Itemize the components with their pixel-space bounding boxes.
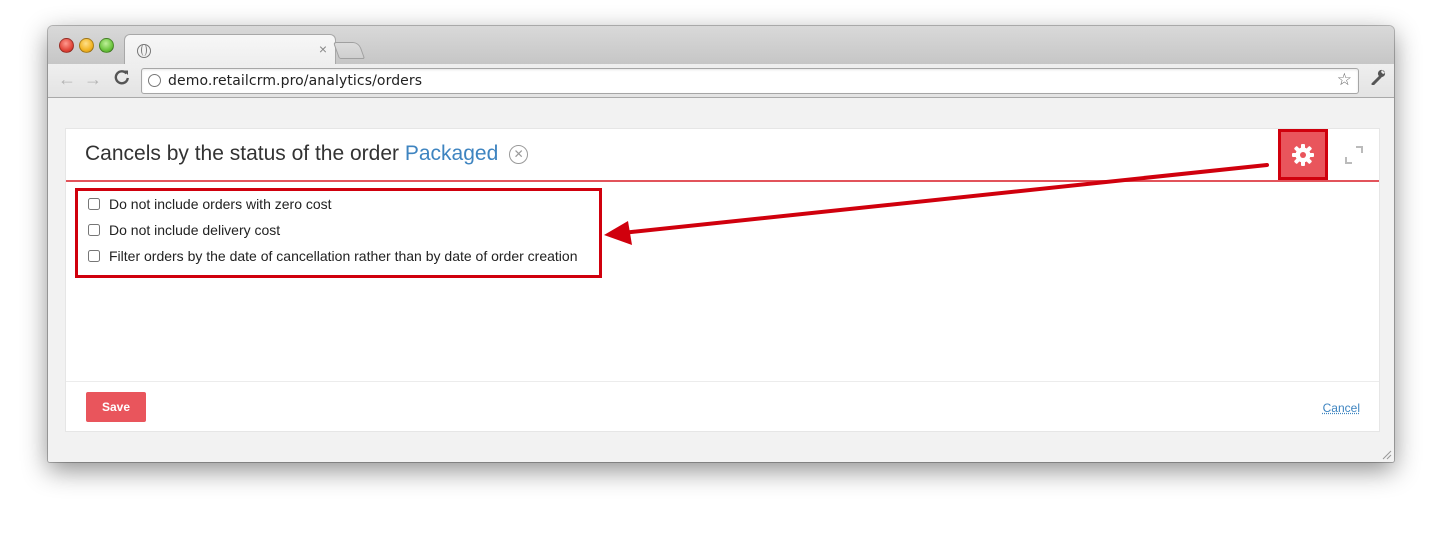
cancel-link[interactable]: Cancel bbox=[1323, 401, 1360, 415]
option-cancellation-date[interactable]: Filter orders by the date of cancellatio… bbox=[88, 246, 578, 266]
wrench-icon bbox=[1371, 69, 1386, 86]
option-label: Do not include delivery cost bbox=[109, 222, 281, 238]
option-delivery-cost[interactable]: Do not include delivery cost bbox=[88, 220, 280, 240]
minimize-window-button[interactable] bbox=[79, 38, 94, 53]
option-label: Do not include orders with zero cost bbox=[109, 196, 332, 212]
address-bar[interactable]: demo.retailcrm.pro/analytics/orders ☆ bbox=[141, 68, 1359, 94]
status-filter-link[interactable]: Packaged bbox=[405, 142, 498, 165]
panel-footer: Save Cancel bbox=[66, 381, 1379, 431]
option-zero-cost[interactable]: Do not include orders with zero cost bbox=[88, 194, 332, 214]
resize-grip-icon[interactable] bbox=[1382, 450, 1392, 460]
globe-icon bbox=[137, 44, 151, 58]
page-title: Cancels by the status of the order Packa… bbox=[85, 142, 529, 166]
page-viewport: Cancels by the status of the order Packa… bbox=[48, 98, 1394, 462]
report-settings-panel: Cancels by the status of the order Packa… bbox=[65, 128, 1380, 432]
cancellation-date-checkbox[interactable] bbox=[88, 250, 100, 262]
reload-button[interactable] bbox=[114, 69, 130, 90]
expand-icon bbox=[1345, 146, 1363, 164]
browser-tab[interactable]: × bbox=[124, 34, 336, 65]
back-button[interactable]: ← bbox=[58, 69, 76, 90]
close-window-button[interactable] bbox=[59, 38, 74, 53]
tab-close-icon[interactable]: × bbox=[319, 41, 327, 57]
tab-bar: × bbox=[48, 26, 1394, 65]
forward-button[interactable]: → bbox=[84, 69, 102, 90]
browser-toolbar: ← → demo.retailcrm.pro/analytics/orders … bbox=[48, 64, 1394, 98]
panel-header: Cancels by the status of the order Packa… bbox=[66, 129, 1379, 182]
browser-window: × ← → demo.retailcrm.pro/analytics/order… bbox=[48, 26, 1394, 462]
wrench-menu-button[interactable] bbox=[1370, 69, 1386, 90]
reload-icon bbox=[114, 70, 129, 85]
url-text: demo.retailcrm.pro/analytics/orders bbox=[168, 73, 423, 89]
gear-icon bbox=[1292, 143, 1314, 166]
report-title: Cancels by the status of the order bbox=[85, 142, 400, 165]
option-label: Filter orders by the date of cancellatio… bbox=[109, 248, 578, 264]
zero-cost-checkbox[interactable] bbox=[88, 198, 100, 210]
settings-button[interactable] bbox=[1278, 129, 1328, 180]
options-group: Do not include orders with zero cost Do … bbox=[75, 188, 602, 278]
save-button[interactable]: Save bbox=[86, 392, 146, 422]
zoom-window-button[interactable] bbox=[99, 38, 114, 53]
globe-icon bbox=[148, 74, 161, 87]
delivery-cost-checkbox[interactable] bbox=[88, 224, 100, 236]
clear-filter-icon[interactable]: ✕ bbox=[509, 145, 529, 164]
expand-button[interactable] bbox=[1344, 145, 1364, 165]
bookmark-star-icon[interactable]: ☆ bbox=[1337, 70, 1352, 90]
new-tab-button[interactable] bbox=[332, 42, 366, 59]
